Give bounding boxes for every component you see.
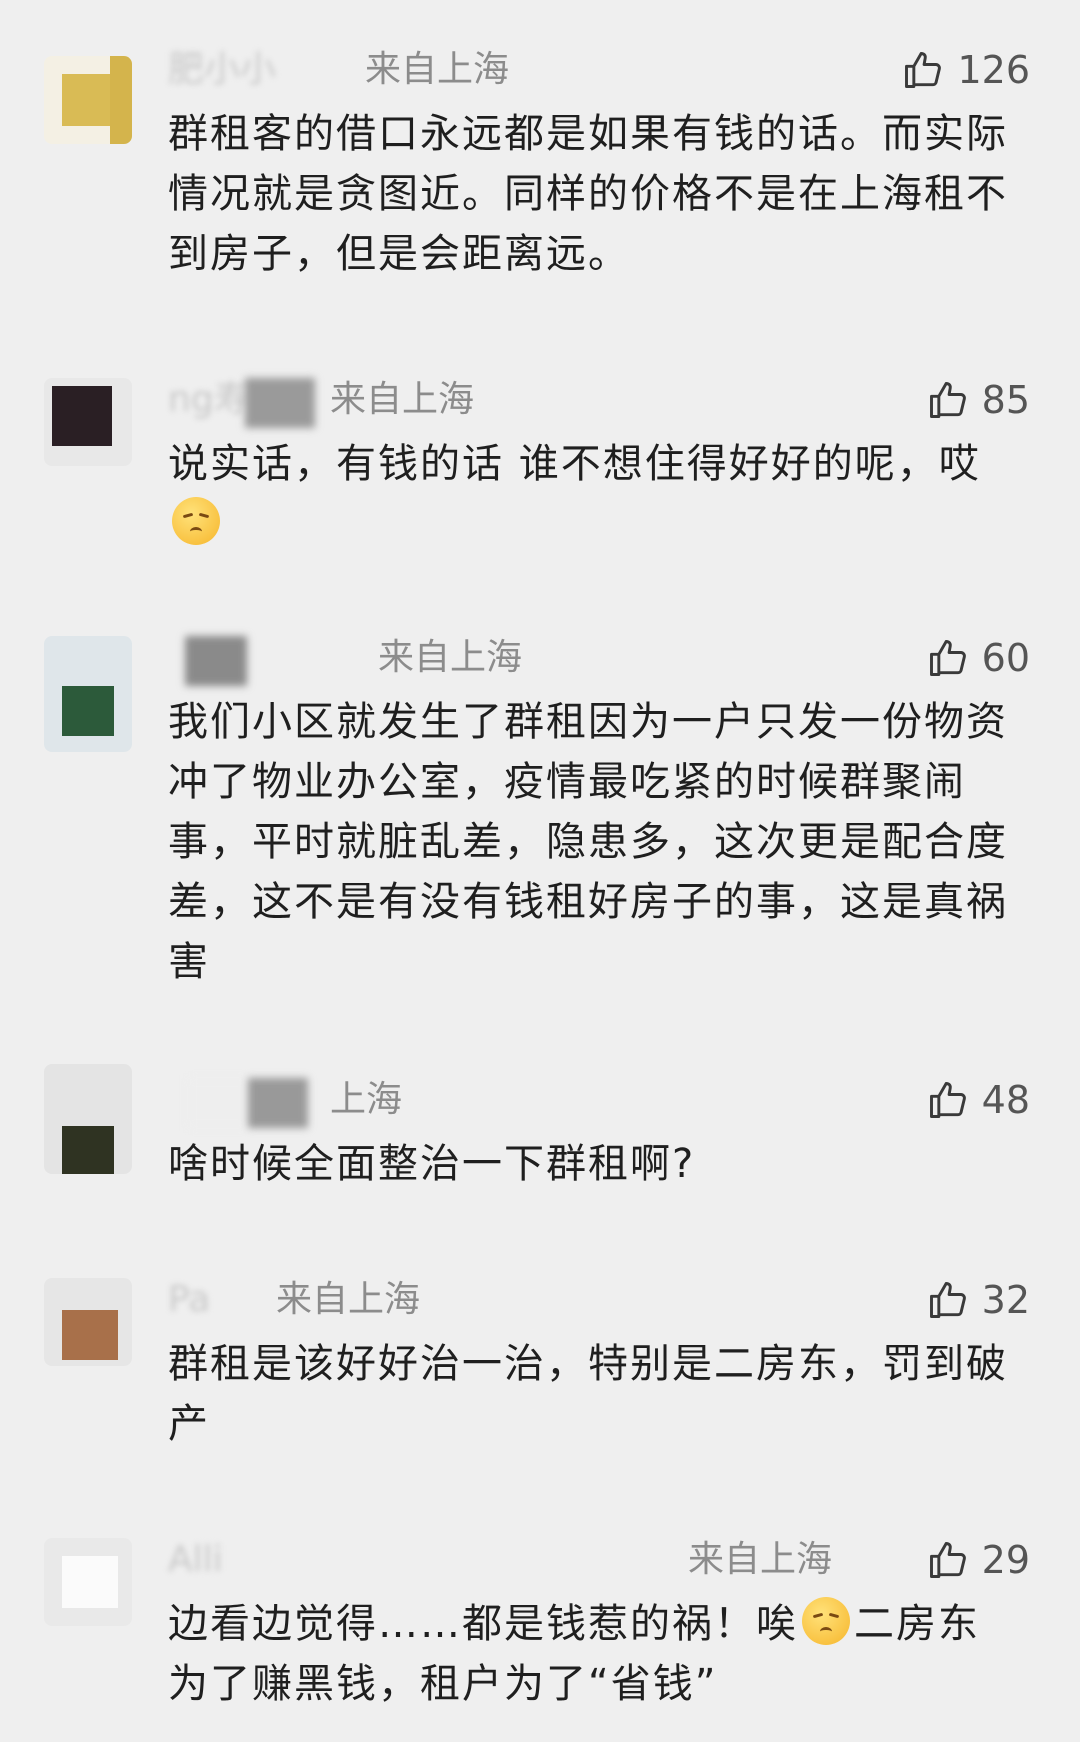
location-label: 来自上海 — [365, 49, 510, 90]
thumbs-up-icon — [929, 1282, 966, 1318]
thumbs-up-icon — [929, 1542, 966, 1578]
comment-text-body: 边看边觉得……都是钱惹的祸！唉 — [168, 1601, 798, 1647]
like-count: 48 — [981, 1078, 1030, 1122]
location-label: 来自上海 — [688, 1539, 833, 1580]
username[interactable]: ng寿 — [168, 378, 250, 422]
username[interactable]: 肥小小 — [168, 48, 276, 92]
blurred-username — [185, 636, 247, 686]
comment-text-body: 说实话，有钱的话 谁不想住得好好的呢，哎 — [168, 441, 981, 487]
thumbs-up-icon — [929, 382, 966, 418]
like-button[interactable]: 32 — [926, 1274, 1030, 1326]
username[interactable]: Pa — [168, 1278, 210, 1322]
like-count: 126 — [957, 48, 1030, 92]
comment-text: 啥时候全面整治一下群租啊? — [168, 1141, 696, 1187]
like-count: 60 — [981, 636, 1030, 680]
worried-face-emoji-icon — [802, 1597, 850, 1645]
location-label: 来自上海 — [276, 1279, 421, 1320]
avatar[interactable] — [44, 56, 132, 144]
thumbs-up-icon — [905, 52, 942, 88]
location-label: 上海 — [330, 1079, 403, 1120]
like-button[interactable]: 126 — [901, 44, 1030, 96]
like-count: 85 — [981, 378, 1030, 422]
like-button[interactable]: 48 — [926, 1074, 1030, 1126]
location-label: 来自上海 — [330, 379, 475, 420]
comment-text: 边看边觉得……都是钱惹的祸！唉 二房东为了赚黑钱，租户为了“省钱” — [168, 1594, 1018, 1714]
avatar[interactable] — [44, 1064, 132, 1174]
blurred-username — [248, 1078, 308, 1128]
comment-text: 群租客的借口永远都是如果有钱的话。而实际情况就是贪图近。同样的价格不是在上海租不… — [168, 111, 1008, 277]
like-count: 32 — [981, 1278, 1030, 1322]
worried-face-emoji-icon — [172, 497, 220, 545]
blurred-username — [188, 1078, 248, 1128]
like-count: 29 — [981, 1538, 1030, 1582]
location-label: 来自上海 — [378, 637, 523, 678]
username[interactable]: Alli — [168, 1538, 223, 1582]
comment-text: 群租是该好好治一治，特别是二房东，罚到破产 — [168, 1341, 1008, 1447]
like-button[interactable]: 60 — [926, 632, 1030, 684]
comment-text: 说实话，有钱的话 谁不想住得好好的呢，哎 — [168, 434, 1018, 554]
avatar[interactable] — [44, 636, 132, 752]
like-button[interactable]: 85 — [926, 374, 1030, 426]
comment-text: 我们小区就发生了群租因为一户只发一份物资冲了物业办公室，疫情最吃紧的时候群聚闹事… — [168, 699, 1008, 985]
avatar[interactable] — [44, 1538, 132, 1626]
thumbs-up-icon — [929, 1082, 966, 1118]
blurred-username — [245, 378, 315, 428]
thumbs-up-icon — [929, 640, 966, 676]
avatar[interactable] — [44, 1278, 132, 1366]
like-button[interactable]: 29 — [926, 1534, 1030, 1586]
avatar[interactable] — [44, 378, 132, 466]
